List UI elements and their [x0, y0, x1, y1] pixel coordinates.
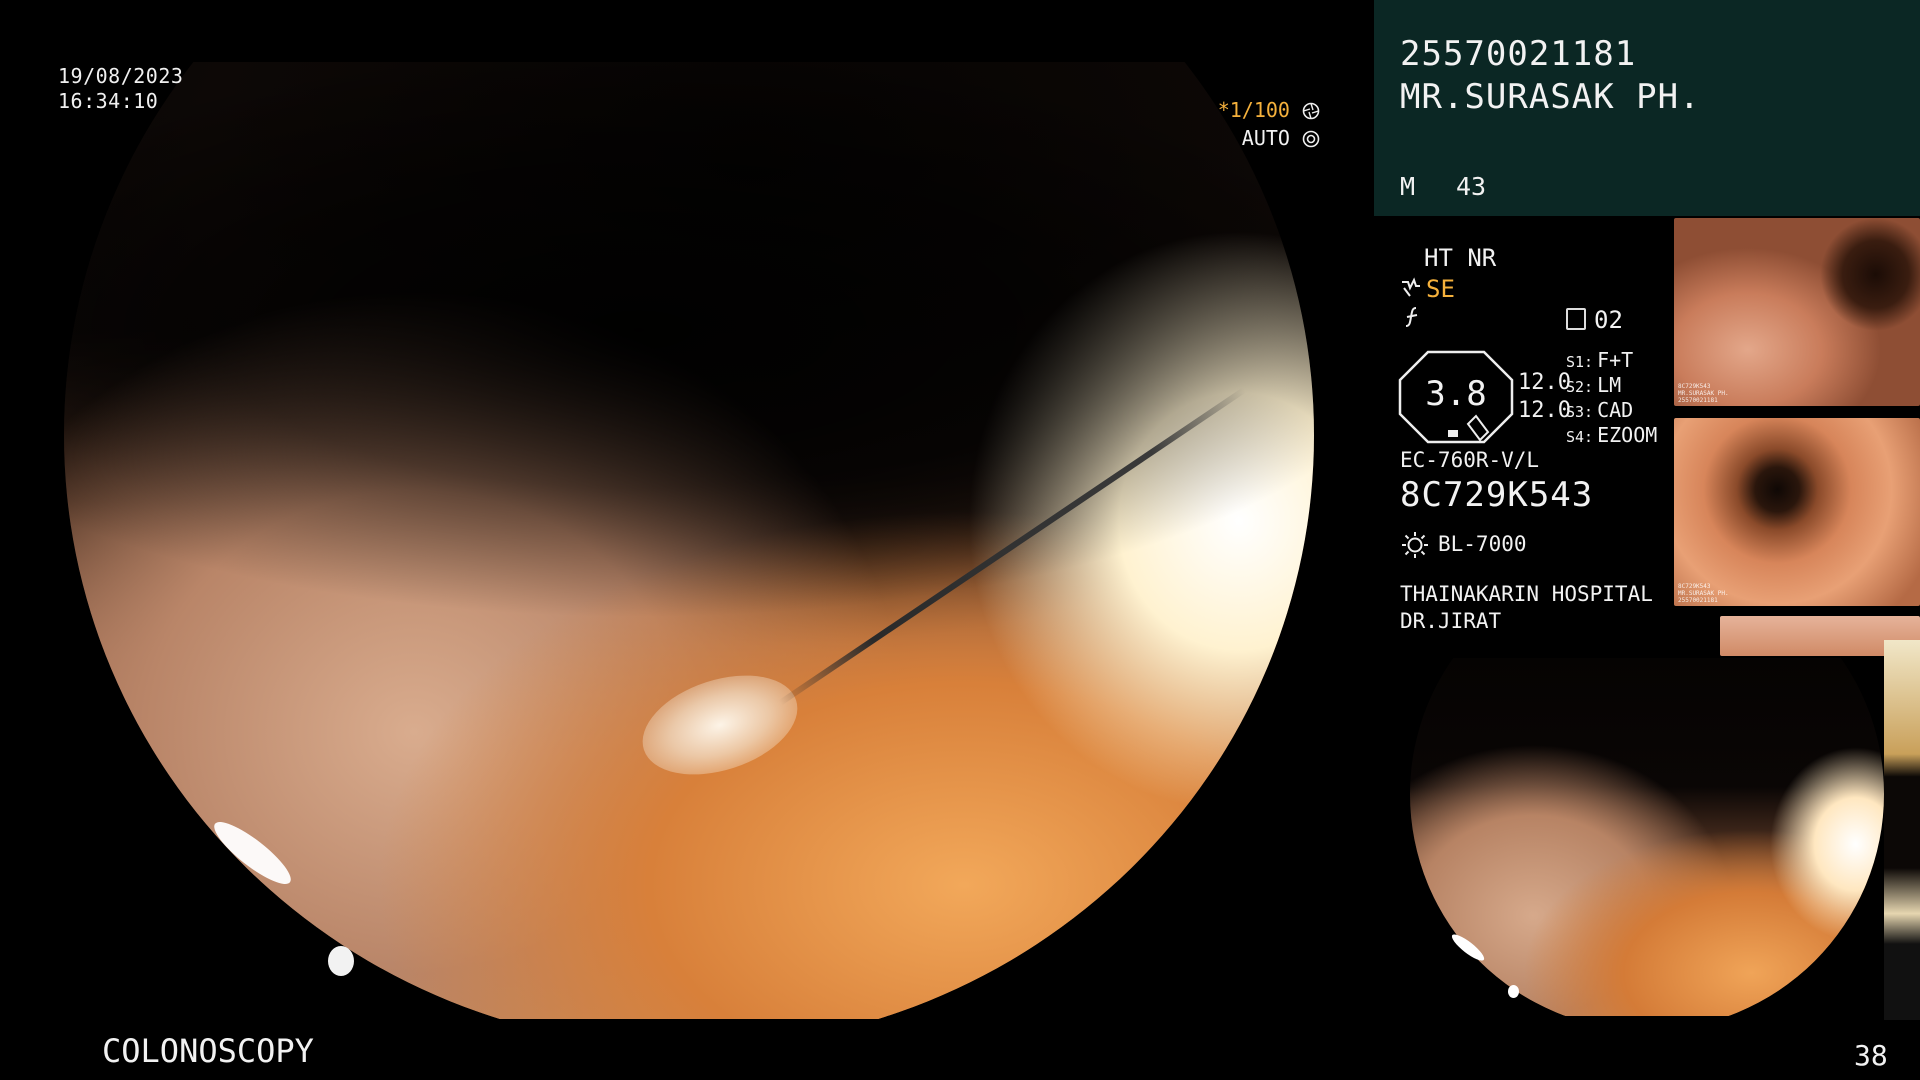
light-source-model: BL-7000: [1438, 532, 1527, 556]
structure-enhance-label: SE: [1426, 275, 1455, 303]
switch-assignment-1: S1: F+T: [1566, 348, 1633, 374]
switch-key: S1:: [1566, 353, 1594, 371]
thumbnail-caption-line: 25570021181: [1678, 397, 1718, 404]
enhance-setting: HT NR: [1424, 244, 1497, 272]
patient-age: 43: [1456, 172, 1487, 201]
light-reflection: [328, 946, 354, 976]
captured-thumbnail[interactable]: 8C729K543 MR.SURASAK PH. 25570021181: [1674, 418, 1920, 606]
switch-assignment-2: S2: LM: [1566, 373, 1621, 399]
shutter-icon: [1302, 102, 1320, 120]
light-source-icon: [1402, 532, 1428, 558]
thumbnail-caption-line: 25570021181: [1678, 597, 1718, 604]
zoom-readout: 12.0: [1518, 398, 1571, 423]
iris-icon: [1302, 130, 1320, 148]
patient-sex: M: [1400, 172, 1416, 201]
mucosal-fold-shadow: [64, 62, 1314, 1019]
scope-serial: 8C729K543: [1400, 475, 1594, 515]
freeze-frame-preview: [1410, 658, 1884, 1016]
shutter-speed-indicator: *1/100: [1200, 98, 1320, 122]
iris-mode-indicator: AUTO: [1200, 126, 1320, 150]
switch-value: CAD: [1597, 398, 1634, 422]
switch-assignment-3: S3: CAD: [1566, 398, 1633, 424]
memory-icon: [1566, 308, 1586, 330]
freeze-icon: [1405, 307, 1418, 327]
shutter-value: 1/100: [1229, 98, 1290, 122]
endoscopy-monitor: 19/08/2023 16:34:10 *1/100 AUTO 25570021…: [0, 0, 1920, 1080]
thumbnail-caption-line: MR.SURASAK PH.: [1678, 390, 1729, 397]
scope-model: EC-760R-V/L: [1400, 448, 1540, 472]
switch-value: F+T: [1597, 348, 1634, 372]
zoom-readout: 12.0: [1518, 370, 1571, 395]
patient-id: 25570021181: [1400, 34, 1637, 74]
switch-value: LM: [1597, 373, 1622, 397]
doctor-name: DR.JIRAT: [1400, 609, 1502, 633]
iris-mode-label: AUTO: [1241, 126, 1290, 150]
date-label: 19/08/2023: [58, 64, 184, 88]
thumbnail-strip-edge: [1884, 640, 1920, 1020]
thumbnail-caption-line: 8C729K543: [1678, 383, 1711, 390]
shutter-star: *: [1217, 98, 1230, 122]
switch-value: EZOOM: [1597, 423, 1658, 447]
image-counter: 38: [1854, 1039, 1888, 1072]
thumbnail-caption-line: 8C729K543: [1678, 583, 1711, 590]
thumbnail-caption: 8C729K543 MR.SURASAK PH. 25570021181: [1678, 583, 1729, 604]
zoom-value: 3.8: [1425, 374, 1487, 414]
exam-type-label: COLONOSCOPY: [102, 1032, 314, 1070]
switch-key: S3:: [1566, 403, 1594, 421]
switch-key: S2:: [1566, 378, 1594, 396]
switch-assignment-4: S4: EZOOM: [1566, 423, 1657, 449]
thumbnail-caption: 8C729K543 MR.SURASAK PH. 25570021181: [1678, 383, 1729, 404]
thumbnail-caption-line: MR.SURASAK PH.: [1678, 590, 1729, 597]
patient-name: MR.SURASAK PH.: [1400, 77, 1701, 117]
captured-thumbnail[interactable]: 8C729K543 MR.SURASAK PH. 25570021181: [1674, 218, 1920, 406]
light-reflection: [1508, 985, 1519, 998]
switch-key: S4:: [1566, 428, 1594, 446]
structure-enhance-icon: [1402, 277, 1420, 297]
memory-value: 02: [1594, 306, 1623, 334]
hospital-name: THAINAKARIN HOSPITAL: [1400, 582, 1653, 606]
time-label: 16:34:10: [58, 89, 159, 113]
